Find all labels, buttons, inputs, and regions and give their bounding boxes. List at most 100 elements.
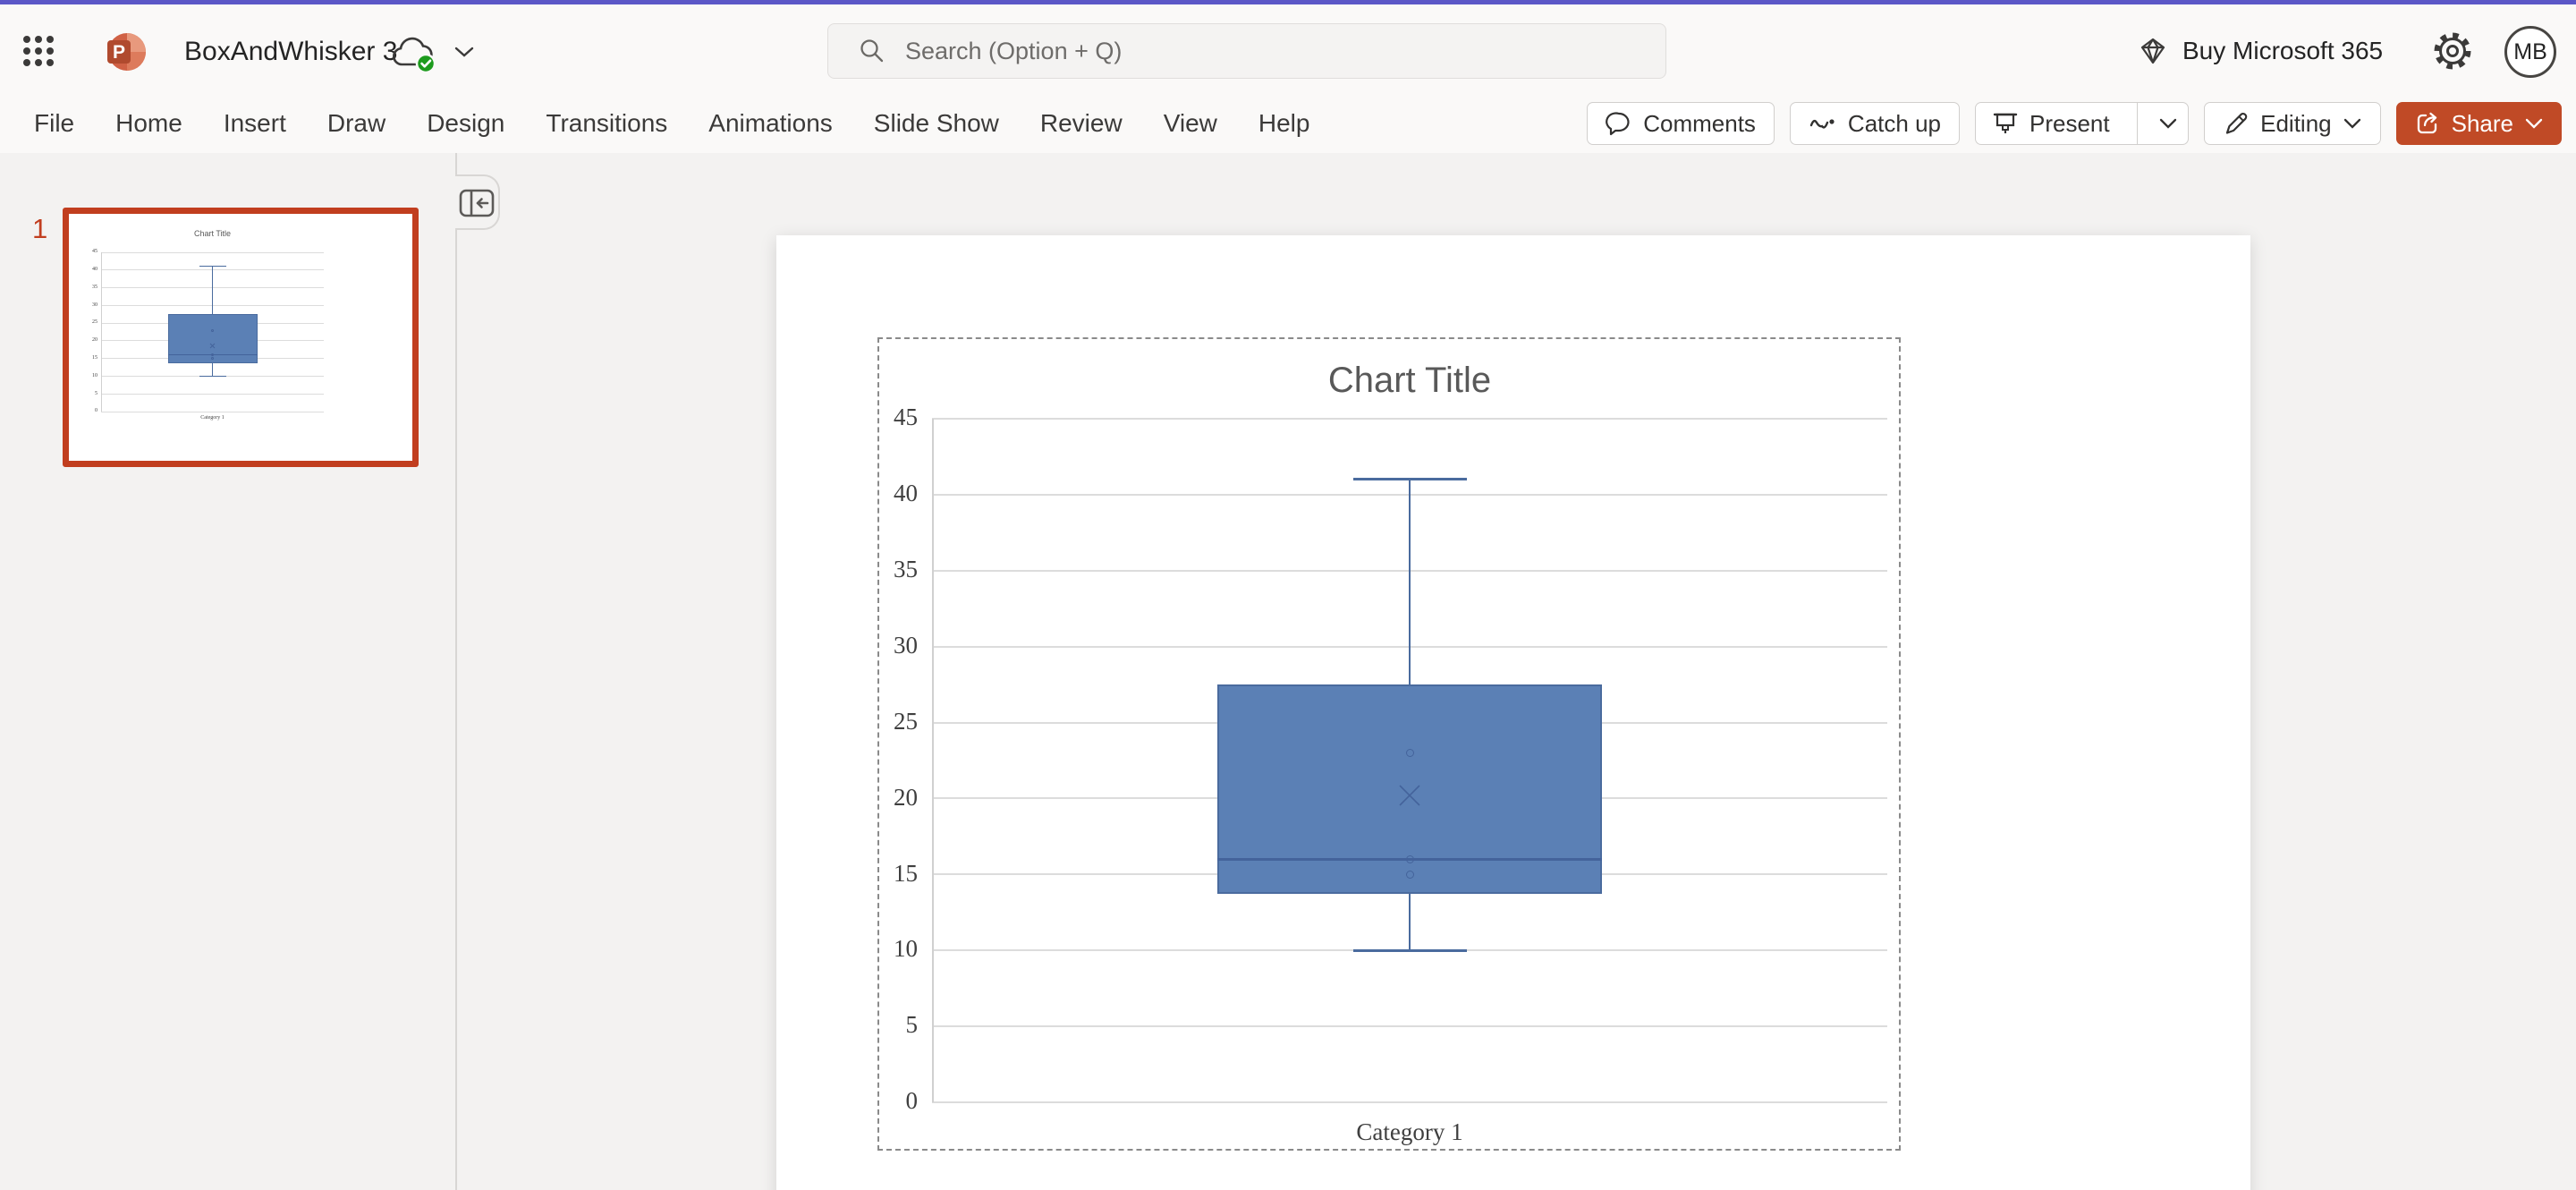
search-box[interactable] bbox=[827, 23, 1666, 79]
powerpoint-web-app: P BoxAndWhisker 3 Search (Option + Q) Bu… bbox=[0, 0, 2576, 1190]
menu-help[interactable]: Help bbox=[1258, 109, 1310, 138]
y-tick-label: 40 bbox=[92, 267, 97, 273]
svg-text:P: P bbox=[113, 42, 125, 63]
y-tick-label: 20 bbox=[92, 337, 97, 344]
slide-canvas[interactable]: Chart Title 45 40 35 30 25 20 15 10 5 0 Category 1 bbox=[776, 235, 2250, 1190]
chevron-down-icon bbox=[2159, 118, 2177, 129]
plot-left-border bbox=[101, 252, 102, 412]
share-button[interactable]: Share bbox=[2395, 102, 2562, 145]
gear-icon[interactable] bbox=[2431, 30, 2474, 72]
share-arrow-icon bbox=[2417, 112, 2436, 134]
editing-mode-button[interactable]: Editing bbox=[2204, 102, 2381, 145]
present-dropdown[interactable] bbox=[2148, 103, 2188, 144]
panel-divider bbox=[455, 153, 457, 1190]
comments-label: Comments bbox=[1643, 109, 1756, 137]
buy-microsoft-365-button[interactable]: Buy Microsoft 365 bbox=[2138, 31, 2383, 71]
y-tick-label: 35 bbox=[92, 284, 97, 290]
y-tick-label: 5 bbox=[95, 390, 97, 396]
y-tick-label: 10 bbox=[92, 372, 97, 378]
chart-title: Chart Title bbox=[193, 229, 231, 238]
data-point bbox=[211, 328, 214, 332]
top-bar: P BoxAndWhisker 3 Search (Option + Q) Bu… bbox=[0, 4, 2576, 94]
magnifier-icon bbox=[860, 39, 884, 63]
menu-view[interactable]: View bbox=[1164, 109, 1217, 138]
y-tick-label: 15 bbox=[92, 354, 97, 361]
slide-number: 1 bbox=[32, 213, 48, 244]
gridline bbox=[932, 1025, 1887, 1028]
x-category-label: Category 1 bbox=[200, 415, 225, 421]
plot-left-border bbox=[932, 419, 934, 1102]
menu-bar: File Home Insert Draw Design Transitions… bbox=[0, 94, 2576, 153]
y-tick-label: 45 bbox=[894, 404, 918, 431]
menu-draw[interactable]: Draw bbox=[327, 109, 386, 138]
search-input[interactable] bbox=[886, 37, 1665, 65]
whisker-line-bottom bbox=[1408, 894, 1411, 951]
chevron-down-icon[interactable] bbox=[453, 44, 476, 64]
panel-collapse-tab bbox=[455, 174, 500, 230]
present-split-button: Present bbox=[1975, 102, 2190, 145]
slide-thumbnail-1[interactable]: Chart Title 45 40 35 30 25 20 15 10 5 0 Category 1 bbox=[63, 208, 419, 467]
share-label: Share bbox=[2451, 109, 2513, 137]
menu-file[interactable]: File bbox=[34, 109, 74, 138]
menu-items: File Home Insert Draw Design Transitions… bbox=[34, 94, 1309, 153]
powerpoint-icon[interactable]: P bbox=[104, 30, 147, 73]
pulse-icon bbox=[1809, 119, 1835, 129]
menu-animations[interactable]: Animations bbox=[708, 109, 833, 138]
y-tick-label: 45 bbox=[92, 249, 97, 255]
avatar-initials: MB bbox=[2513, 38, 2547, 64]
collapse-pane-left-icon[interactable] bbox=[459, 189, 495, 217]
catch-up-label: Catch up bbox=[1847, 109, 1941, 137]
y-tick-label: 40 bbox=[894, 480, 918, 507]
y-tick-label: 0 bbox=[95, 408, 97, 414]
pencil-icon bbox=[2226, 113, 2248, 134]
speech-bubble-icon bbox=[1606, 112, 1630, 136]
gridline bbox=[101, 393, 324, 395]
whisker-cap-min bbox=[1352, 948, 1467, 952]
whisker-line-bottom bbox=[212, 362, 213, 377]
whisker-line-top bbox=[1408, 479, 1411, 685]
account-avatar[interactable]: MB bbox=[2504, 26, 2556, 78]
menu-review[interactable]: Review bbox=[1040, 109, 1123, 138]
gridline bbox=[101, 251, 324, 253]
menu-home[interactable]: Home bbox=[115, 109, 182, 138]
box-whisker-chart-object[interactable]: Chart Title 45 40 35 30 25 20 15 10 5 0 Category 1 bbox=[877, 337, 1901, 1151]
y-tick-label: 30 bbox=[92, 302, 97, 308]
whisker-cap-max bbox=[1352, 478, 1467, 481]
gridline bbox=[932, 1101, 1887, 1103]
catch-up-button[interactable]: Catch up bbox=[1789, 102, 1960, 145]
menu-slide-show[interactable]: Slide Show bbox=[874, 109, 999, 138]
chevron-down-icon bbox=[2343, 118, 2360, 129]
present-label: Present bbox=[2029, 109, 2110, 137]
slide-thumbnail-preview: Chart Title 45 40 35 30 25 20 15 10 5 0 Category 1 bbox=[69, 214, 412, 461]
buy-microsoft-365-label: Buy Microsoft 365 bbox=[2182, 37, 2384, 64]
whisker-line-top bbox=[212, 266, 213, 315]
comments-button[interactable]: Comments bbox=[1587, 102, 1775, 145]
app-launcher-waffle-icon[interactable] bbox=[21, 34, 55, 68]
data-point bbox=[1405, 854, 1414, 863]
menu-insert[interactable]: Insert bbox=[224, 109, 286, 138]
chevron-down-icon bbox=[2525, 118, 2543, 129]
y-tick-label: 5 bbox=[905, 1011, 919, 1039]
whisker-cap-max bbox=[199, 266, 226, 268]
y-tick-label: 15 bbox=[894, 859, 918, 887]
whisker-cap-min bbox=[199, 375, 226, 377]
menu-transitions[interactable]: Transitions bbox=[546, 109, 667, 138]
action-buttons: Comments Catch up Present Editing Share bbox=[1587, 102, 2562, 145]
diamond-icon bbox=[2140, 38, 2165, 64]
gridline bbox=[932, 418, 1887, 420]
editing-label: Editing bbox=[2260, 109, 2332, 137]
cloud-check-icon[interactable] bbox=[390, 37, 442, 81]
data-point bbox=[1405, 870, 1414, 879]
document-title[interactable]: BoxAndWhisker 3 bbox=[184, 37, 397, 67]
projector-screen-icon bbox=[1993, 113, 2018, 133]
y-tick-label: 30 bbox=[894, 631, 918, 659]
y-tick-label: 20 bbox=[894, 783, 918, 811]
mean-marker bbox=[209, 337, 216, 348]
split-divider bbox=[2136, 103, 2139, 144]
y-tick-label: 25 bbox=[894, 707, 918, 735]
present-button[interactable]: Present bbox=[1976, 103, 2126, 144]
y-tick-label: 10 bbox=[894, 935, 918, 963]
data-point bbox=[1405, 749, 1414, 757]
y-tick-label: 25 bbox=[92, 319, 97, 326]
menu-design[interactable]: Design bbox=[427, 109, 504, 138]
